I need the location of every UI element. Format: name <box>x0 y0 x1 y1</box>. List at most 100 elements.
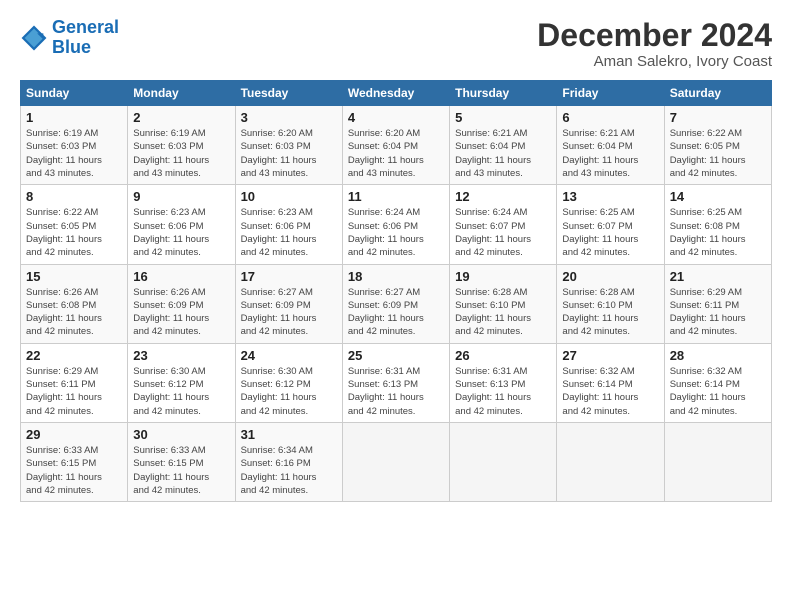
day-cell: 1 Sunrise: 6:19 AM Sunset: 6:03 PM Daylig… <box>21 106 128 185</box>
day-cell: 6 Sunrise: 6:21 AM Sunset: 6:04 PM Daylig… <box>557 106 664 185</box>
day-info: Sunrise: 6:30 AM Sunset: 6:12 PM Dayligh… <box>133 365 229 418</box>
day-cell <box>450 422 557 501</box>
day-info: Sunrise: 6:26 AM Sunset: 6:09 PM Dayligh… <box>133 286 229 339</box>
day-number: 18 <box>348 269 444 284</box>
day-cell: 27 Sunrise: 6:32 AM Sunset: 6:14 PM Dayli… <box>557 343 664 422</box>
day-info: Sunrise: 6:20 AM Sunset: 6:03 PM Dayligh… <box>241 127 337 180</box>
day-cell: 19Sunrise: 6:28 AM Sunset: 6:10 PM Dayli… <box>450 264 557 343</box>
day-cell: 8 Sunrise: 6:22 AM Sunset: 6:05 PM Daylig… <box>21 185 128 264</box>
header: General Blue December 2024 Aman Salekro,… <box>20 18 772 70</box>
day-cell: 17 Sunrise: 6:27 AM Sunset: 6:09 PM Dayli… <box>235 264 342 343</box>
day-number: 29 <box>26 427 122 442</box>
day-number: 23 <box>133 348 229 363</box>
day-info: Sunrise: 6:26 AM Sunset: 6:08 PM Dayligh… <box>26 286 122 339</box>
day-number: 24 <box>241 348 337 363</box>
day-number: 10 <box>241 189 337 204</box>
day-info: Sunrise: 6:19 AM Sunset: 6:03 PM Dayligh… <box>133 127 229 180</box>
day-cell: 16 Sunrise: 6:26 AM Sunset: 6:09 PM Dayli… <box>128 264 235 343</box>
day-number: 27 <box>562 348 658 363</box>
day-number: 30 <box>133 427 229 442</box>
day-number: 14 <box>670 189 766 204</box>
day-info: Sunrise: 6:19 AM Sunset: 6:03 PM Dayligh… <box>26 127 122 180</box>
day-cell: 2 Sunrise: 6:19 AM Sunset: 6:03 PM Daylig… <box>128 106 235 185</box>
day-info: Sunrise: 6:22 AM Sunset: 6:05 PM Dayligh… <box>670 127 766 180</box>
header-wednesday: Wednesday <box>342 81 449 106</box>
day-number: 2 <box>133 110 229 125</box>
day-number: 22 <box>26 348 122 363</box>
day-cell: 21 Sunrise: 6:29 AM Sunset: 6:11 PM Dayli… <box>664 264 771 343</box>
logo: General Blue <box>20 18 119 58</box>
day-cell: 23 Sunrise: 6:30 AM Sunset: 6:12 PM Dayli… <box>128 343 235 422</box>
location-subtitle: Aman Salekro, Ivory Coast <box>537 53 772 70</box>
day-info: Sunrise: 6:25 AM Sunset: 6:07 PM Dayligh… <box>562 206 658 259</box>
day-cell: 30Sunrise: 6:33 AM Sunset: 6:15 PM Dayli… <box>128 422 235 501</box>
day-number: 9 <box>133 189 229 204</box>
header-monday: Monday <box>128 81 235 106</box>
week-row-1: 1 Sunrise: 6:19 AM Sunset: 6:03 PM Daylig… <box>21 106 772 185</box>
day-info: Sunrise: 6:22 AM Sunset: 6:05 PM Dayligh… <box>26 206 122 259</box>
day-cell: 31 Sunrise: 6:34 AM Sunset: 6:16 PM Dayli… <box>235 422 342 501</box>
day-number: 7 <box>670 110 766 125</box>
day-number: 3 <box>241 110 337 125</box>
title-block: December 2024 Aman Salekro, Ivory Coast <box>537 18 772 70</box>
day-cell: 13 Sunrise: 6:25 AM Sunset: 6:07 PM Dayli… <box>557 185 664 264</box>
day-info: Sunrise: 6:34 AM Sunset: 6:16 PM Dayligh… <box>241 444 337 497</box>
day-number: 5 <box>455 110 551 125</box>
day-info: Sunrise: 6:30 AM Sunset: 6:12 PM Dayligh… <box>241 365 337 418</box>
day-info: Sunrise: 6:29 AM Sunset: 6:11 PM Dayligh… <box>26 365 122 418</box>
day-info: Sunrise: 6:33 AM Sunset: 6:15 PM Dayligh… <box>26 444 122 497</box>
day-cell: 20Sunrise: 6:28 AM Sunset: 6:10 PM Dayli… <box>557 264 664 343</box>
calendar-header-row: SundayMondayTuesdayWednesdayThursdayFrid… <box>21 81 772 106</box>
day-cell: 12 Sunrise: 6:24 AM Sunset: 6:07 PM Dayli… <box>450 185 557 264</box>
day-info: Sunrise: 6:23 AM Sunset: 6:06 PM Dayligh… <box>133 206 229 259</box>
day-number: 25 <box>348 348 444 363</box>
day-number: 16 <box>133 269 229 284</box>
day-cell: 4Sunrise: 6:20 AM Sunset: 6:04 PM Daylig… <box>342 106 449 185</box>
day-number: 6 <box>562 110 658 125</box>
day-info: Sunrise: 6:28 AM Sunset: 6:10 PM Dayligh… <box>562 286 658 339</box>
day-number: 13 <box>562 189 658 204</box>
day-cell <box>557 422 664 501</box>
day-cell: 26 Sunrise: 6:31 AM Sunset: 6:13 PM Dayli… <box>450 343 557 422</box>
day-info: Sunrise: 6:24 AM Sunset: 6:07 PM Dayligh… <box>455 206 551 259</box>
logo-general: General <box>52 17 119 37</box>
header-sunday: Sunday <box>21 81 128 106</box>
day-info: Sunrise: 6:27 AM Sunset: 6:09 PM Dayligh… <box>348 286 444 339</box>
day-cell: 10 Sunrise: 6:23 AM Sunset: 6:06 PM Dayli… <box>235 185 342 264</box>
week-row-3: 15 Sunrise: 6:26 AM Sunset: 6:08 PM Dayli… <box>21 264 772 343</box>
day-info: Sunrise: 6:32 AM Sunset: 6:14 PM Dayligh… <box>670 365 766 418</box>
week-row-2: 8 Sunrise: 6:22 AM Sunset: 6:05 PM Daylig… <box>21 185 772 264</box>
day-info: Sunrise: 6:31 AM Sunset: 6:13 PM Dayligh… <box>455 365 551 418</box>
day-cell: 22 Sunrise: 6:29 AM Sunset: 6:11 PM Dayli… <box>21 343 128 422</box>
day-number: 26 <box>455 348 551 363</box>
day-cell: 25Sunrise: 6:31 AM Sunset: 6:13 PM Dayli… <box>342 343 449 422</box>
day-info: Sunrise: 6:32 AM Sunset: 6:14 PM Dayligh… <box>562 365 658 418</box>
day-number: 4 <box>348 110 444 125</box>
day-number: 15 <box>26 269 122 284</box>
day-cell: 7 Sunrise: 6:22 AM Sunset: 6:05 PM Daylig… <box>664 106 771 185</box>
logo-icon <box>20 24 48 52</box>
logo-text: General Blue <box>52 18 119 58</box>
day-cell: 15 Sunrise: 6:26 AM Sunset: 6:08 PM Dayli… <box>21 264 128 343</box>
day-cell: 28Sunrise: 6:32 AM Sunset: 6:14 PM Dayli… <box>664 343 771 422</box>
day-number: 8 <box>26 189 122 204</box>
page: General Blue December 2024 Aman Salekro,… <box>0 0 792 512</box>
day-number: 19 <box>455 269 551 284</box>
day-number: 1 <box>26 110 122 125</box>
day-info: Sunrise: 6:27 AM Sunset: 6:09 PM Dayligh… <box>241 286 337 339</box>
day-cell: 5 Sunrise: 6:21 AM Sunset: 6:04 PM Daylig… <box>450 106 557 185</box>
day-number: 17 <box>241 269 337 284</box>
day-number: 21 <box>670 269 766 284</box>
month-title: December 2024 <box>537 18 772 53</box>
header-saturday: Saturday <box>664 81 771 106</box>
day-number: 31 <box>241 427 337 442</box>
day-cell: 14Sunrise: 6:25 AM Sunset: 6:08 PM Dayli… <box>664 185 771 264</box>
calendar: SundayMondayTuesdayWednesdayThursdayFrid… <box>20 80 772 502</box>
day-number: 12 <box>455 189 551 204</box>
day-info: Sunrise: 6:21 AM Sunset: 6:04 PM Dayligh… <box>562 127 658 180</box>
day-info: Sunrise: 6:23 AM Sunset: 6:06 PM Dayligh… <box>241 206 337 259</box>
header-friday: Friday <box>557 81 664 106</box>
day-info: Sunrise: 6:21 AM Sunset: 6:04 PM Dayligh… <box>455 127 551 180</box>
day-cell: 3 Sunrise: 6:20 AM Sunset: 6:03 PM Daylig… <box>235 106 342 185</box>
day-info: Sunrise: 6:29 AM Sunset: 6:11 PM Dayligh… <box>670 286 766 339</box>
